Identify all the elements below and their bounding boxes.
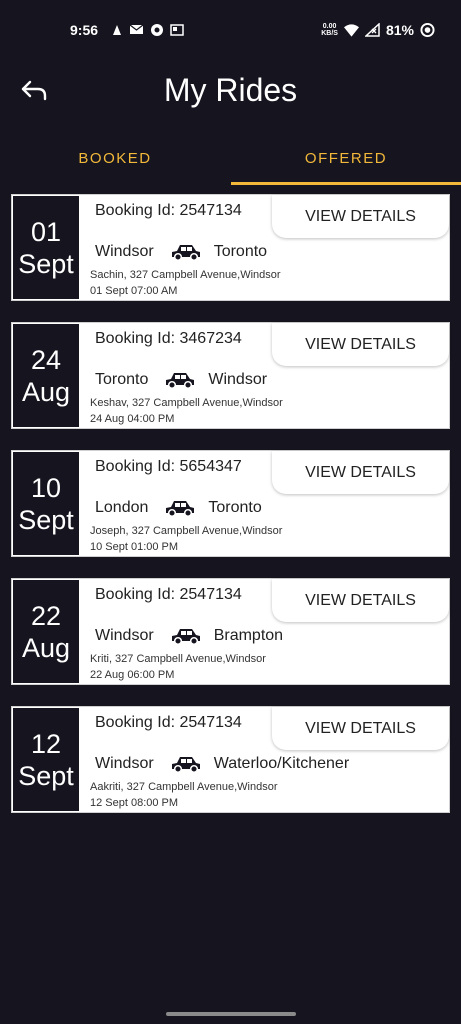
status-bar: 9:56 0.00 KB/S 81%: [0, 0, 461, 60]
ride-day: 22: [30, 600, 62, 631]
ride-route: Windsor Waterloo/Kitchener: [95, 754, 349, 774]
ride-month: Aug: [21, 376, 71, 407]
passenger-address: Aakriti, 327 Campbell Avenue,Windsor: [90, 781, 278, 793]
ride-day: 10: [30, 472, 62, 503]
car-icon: [170, 754, 202, 774]
ride-day: 24: [30, 344, 62, 375]
route-from: Windsor: [95, 243, 154, 260]
ride-route: Toronto Windsor: [95, 370, 267, 390]
ride-datetime: 12 Sept 08:00 PM: [90, 797, 179, 809]
network-speed: 0.00 KB/S: [321, 23, 338, 37]
ride-month: Sept: [18, 504, 74, 535]
ride-card[interactable]: 12 Sept Booking Id: 2547134 VIEW DETAILS…: [11, 706, 450, 813]
route-from: London: [95, 499, 149, 516]
ride-datetime: 24 Aug 04:00 PM: [90, 413, 175, 425]
route-to: Brampton: [213, 627, 284, 644]
view-details-button[interactable]: VIEW DETAILS: [272, 707, 449, 750]
ride-tabs: BOOKED OFFERED: [0, 140, 461, 185]
booking-id: Booking Id: 2547134: [95, 586, 242, 603]
rides-list: 01 Sept Booking Id: 2547134 VIEW DETAILS…: [11, 194, 450, 834]
ride-route: Windsor Brampton: [95, 626, 283, 646]
booking-id: Booking Id: 2547134: [95, 714, 242, 731]
booking-id: Booking Id: 2547134: [95, 202, 242, 219]
tab-offered[interactable]: OFFERED: [231, 140, 461, 184]
ride-card[interactable]: 10 Sept Booking Id: 5654347 VIEW DETAILS…: [11, 450, 450, 557]
app-notification-icon: [109, 22, 124, 37]
passenger-address: Kriti, 327 Campbell Avenue,Windsor: [90, 653, 266, 665]
ride-card[interactable]: 24 Aug Booking Id: 3467234 VIEW DETAILS …: [11, 322, 450, 429]
battery-level: 81%: [385, 22, 414, 38]
car-icon: [164, 498, 196, 518]
wifi-icon: [343, 23, 359, 38]
ride-month: Sept: [18, 248, 74, 279]
view-details-button[interactable]: VIEW DETAILS: [272, 195, 449, 238]
ride-route: London Toronto: [95, 498, 262, 518]
route-to: Waterloo/Kitchener: [213, 755, 350, 772]
ride-day: 12: [30, 728, 62, 759]
ride-date-box: 10 Sept: [13, 452, 79, 555]
car-icon: [170, 242, 202, 262]
settings-notification-icon: [149, 22, 164, 37]
mail-notification-icon: [129, 22, 144, 37]
home-indicator[interactable]: [166, 1012, 296, 1016]
route-from: Toronto: [95, 371, 149, 388]
tab-booked[interactable]: BOOKED: [0, 140, 230, 184]
car-icon: [170, 626, 202, 646]
passenger-address: Keshav, 327 Campbell Avenue,Windsor: [90, 397, 283, 409]
ride-datetime: 22 Aug 06:00 PM: [90, 669, 175, 681]
ride-month: Sept: [18, 760, 74, 791]
passenger-address: Joseph, 327 Campbell Avenue,Windsor: [90, 525, 283, 537]
ride-month: Aug: [21, 632, 71, 663]
view-details-button[interactable]: VIEW DETAILS: [272, 579, 449, 622]
active-tab-indicator: [231, 182, 461, 185]
ride-date-box: 01 Sept: [13, 196, 79, 299]
ride-date-box: 22 Aug: [13, 580, 79, 683]
ride-datetime: 01 Sept 07:00 AM: [90, 285, 178, 297]
status-time: 9:56: [70, 22, 99, 38]
ride-date-box: 12 Sept: [13, 708, 79, 811]
booking-id: Booking Id: 3467234: [95, 330, 242, 347]
view-details-button[interactable]: VIEW DETAILS: [272, 451, 449, 494]
page-title: My Rides: [163, 72, 298, 108]
ride-card[interactable]: 01 Sept Booking Id: 2547134 VIEW DETAILS…: [11, 194, 450, 301]
booking-id: Booking Id: 5654347: [95, 458, 242, 475]
battery-icon: [420, 22, 435, 38]
network-speed-unit: KB/S: [321, 30, 338, 37]
signal-icon: [364, 23, 380, 38]
view-details-button[interactable]: VIEW DETAILS: [272, 323, 449, 366]
ride-datetime: 10 Sept 01:00 PM: [90, 541, 179, 553]
passenger-address: Sachin, 327 Campbell Avenue,Windsor: [90, 269, 281, 281]
app-header: My Rides: [0, 60, 461, 124]
notification-icons: [109, 22, 184, 37]
ride-date-box: 24 Aug: [13, 324, 79, 427]
ride-day: 01: [30, 216, 62, 247]
ride-card[interactable]: 22 Aug Booking Id: 2547134 VIEW DETAILS …: [11, 578, 450, 685]
network-speed-value: 0.00: [322, 23, 337, 30]
car-icon: [164, 370, 196, 390]
route-from: Windsor: [95, 627, 154, 644]
route-to: Toronto: [208, 499, 262, 516]
route-to: Windsor: [208, 371, 268, 388]
system-status-icons: 0.00 KB/S 81%: [321, 22, 435, 38]
ride-route: Windsor Toronto: [95, 242, 267, 262]
route-from: Windsor: [95, 755, 154, 772]
news-notification-icon: [169, 22, 184, 37]
route-to: Toronto: [213, 243, 268, 260]
